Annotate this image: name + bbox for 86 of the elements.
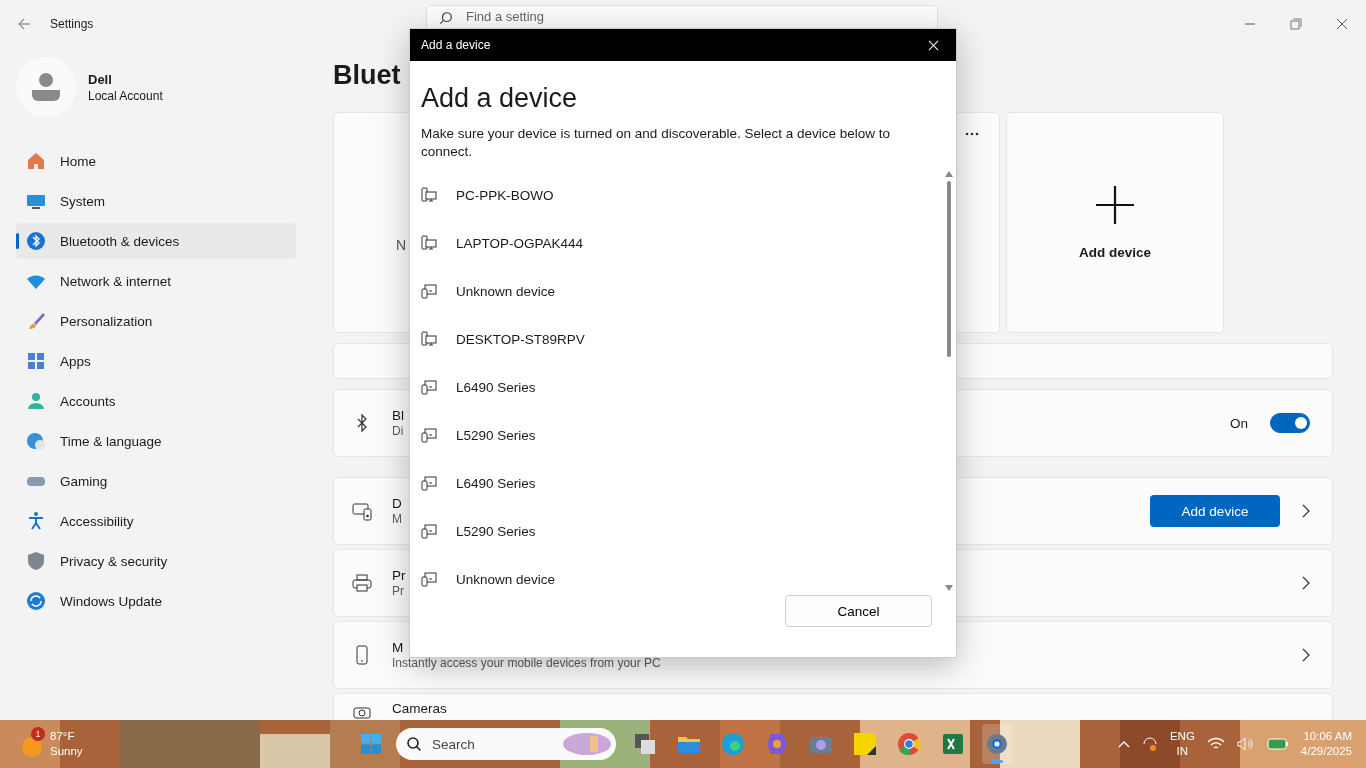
back-icon[interactable] [16,16,32,32]
nav-item[interactable]: Apps [16,343,296,379]
person-icon [26,391,46,411]
dialog-description: Make sure your device is turned on and discoverable. Select a device below to connect. [421,125,891,161]
nav-item[interactable]: Windows Update [16,583,296,619]
close-icon[interactable] [1336,18,1348,30]
plus-icon [1095,185,1135,225]
device-list-item[interactable]: L5290 Series [421,411,944,459]
network-status-icon[interactable] [1141,736,1158,752]
chevron-icon [1302,648,1310,662]
scrollbar[interactable] [944,171,954,591]
account-type: Local Account [88,88,163,103]
device-list-item[interactable]: L6490 Series [421,459,944,507]
row-title: Pr [392,568,406,583]
search-icon [439,11,453,25]
settings-icon[interactable] [982,724,1012,764]
wifi-icon[interactable] [1206,737,1225,751]
devices-icon [421,283,437,299]
row-title: D [392,496,402,511]
device-list-item[interactable]: LAPTOP-OGPAK444 [421,219,944,267]
nav-item[interactable]: System [16,183,296,219]
chevron-icon [1302,504,1310,518]
more-icon[interactable] [965,132,979,136]
cancel-button[interactable]: Cancel [785,595,932,627]
temperature: 87°F [50,729,76,744]
row-subtitle: Pr [392,584,405,598]
brush-icon [26,311,46,331]
row-subtitle: Instantly access your mobile devices from your PC [392,656,661,670]
shield-icon [26,551,46,571]
home-icon [26,151,46,171]
page-heading: Bluet [333,59,401,92]
nav-item[interactable]: Privacy & security [16,543,296,579]
row-title: M [392,640,405,655]
devices-icon [421,523,437,539]
device-list-item[interactable]: L6490 Series [421,363,944,411]
card-label: N [396,237,407,253]
nav-item[interactable]: Home [16,143,296,179]
nav-item[interactable]: Time & language [16,423,296,459]
card-label: Add device [1079,245,1151,260]
device-card[interactable]: Add device [1006,112,1224,333]
row-subtitle: Di [392,424,404,438]
devices-icon [421,571,437,587]
printer-icon [352,573,372,593]
keyboard-icon [352,501,372,521]
bluetooth-toggle[interactable] [1270,413,1310,433]
add-device-button[interactable]: Add device [1150,495,1280,527]
nav-item[interactable]: Accounts [16,383,296,419]
nav-item[interactable]: Bluetooth & devices [16,223,296,259]
device-list-item[interactable]: PC-PPK-BOWO [421,171,944,219]
nav-item[interactable]: Network & internet [16,263,296,299]
computer-icon [421,235,437,251]
computer-icon [421,187,437,203]
row-title: Bl [392,408,404,423]
bluetooth-icon [26,231,46,251]
nav-item[interactable]: Accessibility [16,503,296,539]
dialog-heading: Add a device [421,82,579,115]
nav-item[interactable]: Gaming [16,463,296,499]
start-icon[interactable] [360,733,382,755]
app-title: Settings [50,17,94,31]
volume-icon[interactable] [1236,737,1255,751]
battery-icon[interactable] [1266,738,1289,750]
device-list-item[interactable]: Unknown device [421,267,944,315]
computer-icon [421,331,437,347]
row-title: Cameras [392,701,447,716]
settings-row[interactable]: Cameras [333,693,1333,720]
devices-icon [421,379,437,395]
search-highlight-icon [562,732,612,756]
row-subtitle: M [392,512,402,526]
device-list-item[interactable]: DESKTOP-ST89RPV [421,315,944,363]
devices-icon [421,475,437,491]
apps-icon [26,351,46,371]
sync-icon [26,591,46,611]
restore-icon[interactable] [1290,18,1302,30]
accessibility-icon [26,511,46,531]
devices-icon [421,427,437,443]
profile-name: Dell [88,71,113,87]
dialog-title: Add a device [421,38,491,52]
weather-condition: Sunny [50,744,83,759]
search-icon [406,736,422,752]
language-indicator[interactable]: ENG IN [1169,729,1195,759]
device-list-item[interactable]: L5290 Series [421,507,944,555]
toggle-state: On [1230,415,1248,431]
chevron-up-icon[interactable] [1117,740,1130,748]
chevron-icon [1302,576,1310,590]
avatar-icon[interactable] [16,57,76,117]
nav-item[interactable]: Personalization [16,303,296,339]
